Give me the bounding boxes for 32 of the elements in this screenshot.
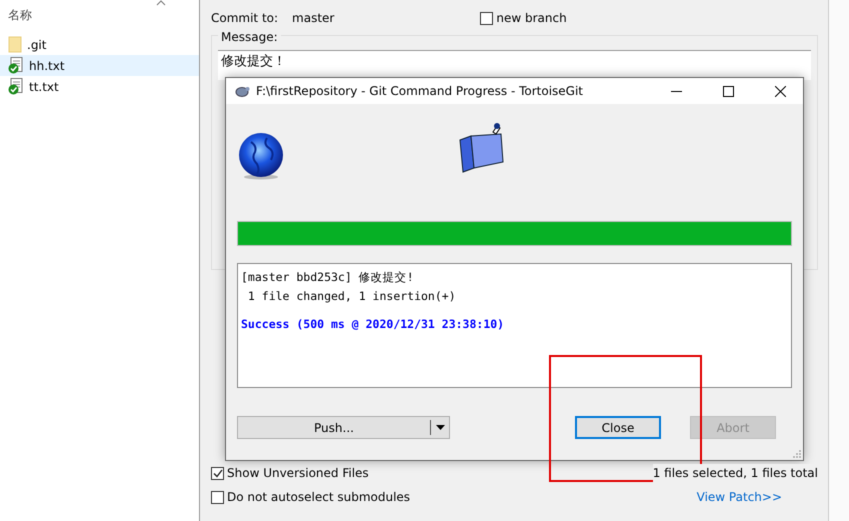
checkbox[interactable] [211,490,224,504]
checkbox-label[interactable]: Do not autoselect submodules [227,488,410,506]
column-header[interactable]: 名称 [0,4,199,34]
abort-button: Abort [690,416,776,439]
close-icon [774,86,786,96]
log-line: Success (500 ms @ 2020/12/31 23:38:10) [241,316,506,333]
sort-caret-icon [156,0,166,6]
file-row[interactable]: tt.txt [0,76,199,97]
folder-icon [8,36,22,53]
view-patch-link[interactable]: View Patch>> [696,488,782,506]
document-check-icon [8,57,24,74]
log-line: [master bbd253c] 修改提交! [241,269,415,286]
document-check-icon [8,78,24,95]
close-dialog-button[interactable]: Close [575,416,661,439]
split-button[interactable]: Push... [237,416,450,439]
group-label: Message: [218,30,281,44]
log-line: 1 file changed, 1 insertion(+) [246,288,457,305]
message-field[interactable]: 修改提交！ [218,50,811,80]
maximize-icon [722,86,734,96]
checkbox-label[interactable]: Show Unversioned Files [227,464,369,482]
branch-name: master [292,10,334,27]
checkbox-label[interactable]: new branch [496,9,567,27]
globe-icon [237,132,285,180]
resize-grip-icon [792,449,801,458]
field-label: Commit to: [211,10,278,27]
caret-icon [436,425,444,430]
window-title: F:\firstRepository - Git Command Progress - TortoiseGit [256,83,584,100]
status-text: 1 files selected, 1 files total [652,464,818,482]
checkbox[interactable] [211,466,224,480]
file-row[interactable]: .git [0,34,199,55]
file-row[interactable]: hh.txt [0,55,199,76]
checkbox[interactable] [480,12,494,24]
